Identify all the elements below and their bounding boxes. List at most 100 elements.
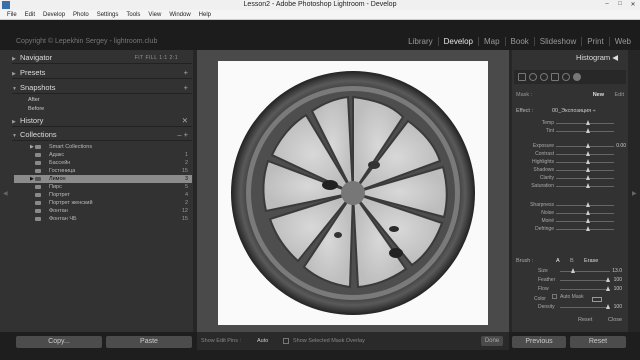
menu-develop[interactable]: Develop [39,10,69,19]
menu-file[interactable]: File [3,10,21,19]
menu-edit[interactable]: Edit [21,10,39,19]
slider-track[interactable] [560,280,610,281]
list-item[interactable]: Адакс 1 [14,151,192,159]
snapshot-item[interactable]: Before [28,106,44,112]
slider-saturation[interactable]: Saturation [516,183,626,191]
brush-b-button[interactable]: B [570,258,574,264]
color-swatch[interactable] [592,297,602,302]
slider-knob[interactable] [585,202,590,207]
collections-header[interactable]: ▼ Collections – + [12,129,192,141]
slider-knob[interactable] [585,210,590,215]
module-book[interactable]: Book [504,37,534,46]
menu-photo[interactable]: Photo [69,10,93,19]
brush-slider-density[interactable]: Density 100 [516,304,626,312]
list-item[interactable]: Портрет 4 [14,191,192,199]
right-panel-toggle-icon[interactable]: ▶ [632,190,637,197]
slider-highlights[interactable]: Highlights [516,159,626,167]
slider-knob[interactable] [585,128,590,133]
adjustment-brush-icon[interactable] [573,73,581,81]
module-slideshow[interactable]: Slideshow [533,37,581,46]
right-panel-scrollbar[interactable]: ▶ [630,50,640,332]
slider-value[interactable]: 100 [614,277,622,283]
slider-shadows[interactable]: Shadows [516,167,626,175]
list-item[interactable]: Фонтан 12 [14,207,192,215]
auto-mask-checkbox[interactable] [552,294,557,300]
slider-knob[interactable] [585,175,590,180]
slider-knob[interactable] [606,286,610,291]
slider-value[interactable]: 100 [614,304,622,310]
spot-removal-tool-icon[interactable] [529,73,537,81]
edit-mask-button[interactable]: Edit [615,92,624,98]
module-develop[interactable]: Develop [437,37,478,46]
slider-contrast[interactable]: Contrast [516,151,626,159]
slider-temp[interactable]: Temp [516,120,626,128]
add-snapshot-icon[interactable]: + [184,82,188,94]
brush-a-button[interactable]: A [556,258,560,264]
menu-tools[interactable]: Tools [122,10,144,19]
previous-button[interactable]: Previous [512,336,566,348]
list-item[interactable]: Бассейн 2 [14,159,192,167]
slider-value[interactable]: 100 [614,286,622,292]
photo[interactable] [218,61,488,325]
brush-slider-flow[interactable]: Flow 100 [516,286,626,294]
new-mask-button[interactable]: New [593,92,604,98]
left-panel-toggle-icon[interactable]: ◀ [3,190,8,197]
auto-mask-row[interactable]: Auto Mask [552,294,584,300]
edit-pins-select[interactable]: Auto [257,338,268,344]
slider-tint[interactable]: Tint [516,128,626,136]
slider-defringe[interactable]: Defringe [516,226,626,234]
close-window-button[interactable]: ✕ [628,1,638,8]
slider-noise[interactable]: Noise [516,210,626,218]
navigator-zoom-modes[interactable]: FIT FILL 1:1 2:1 [135,52,178,64]
list-item[interactable]: ▶ Smart Collections [14,143,192,151]
done-button[interactable]: Done [481,336,503,346]
slider-knob[interactable] [606,277,610,282]
add-preset-icon[interactable]: + [184,67,188,79]
slider-value[interactable]: 13.0 [612,268,622,274]
maximize-button[interactable]: □ [615,1,625,8]
menu-help[interactable]: Help [195,10,215,19]
copy-settings-button[interactable]: Copy... [16,336,102,348]
list-item[interactable]: Гостиница 15 [14,167,192,175]
list-item[interactable]: ▶ Лимон 3 [14,175,192,183]
navigator-header[interactable]: ▶ Navigator FIT FILL 1:1 2:1 [12,52,192,64]
slider-knob[interactable] [606,304,610,309]
module-print[interactable]: Print [581,37,608,46]
radial-filter-icon[interactable] [562,73,570,81]
list-item[interactable]: Пирс 5 [14,183,192,191]
crop-tool-icon[interactable] [518,73,526,81]
histogram-header[interactable]: Histogram ◀ [512,52,628,64]
slider-track[interactable] [560,289,610,290]
reset-mask-button[interactable]: Reset [578,317,592,323]
brush-slider-size[interactable]: Size 13.0 [516,268,626,276]
slider-knob[interactable] [585,218,590,223]
module-library[interactable]: Library [403,37,437,46]
slider-value[interactable]: 0.00 [616,143,626,149]
slider-knob[interactable] [585,167,590,172]
module-web[interactable]: Web [608,37,636,46]
clear-history-icon[interactable]: ✕ [182,115,188,127]
slider-knob[interactable] [585,159,590,164]
menu-settings[interactable]: Settings [93,10,123,19]
close-mask-button[interactable]: Close [608,317,622,323]
add-collection-icon[interactable]: – + [177,129,188,141]
slider-knob[interactable] [585,226,590,231]
history-header[interactable]: ▶ History ✕ [12,115,192,127]
slider-knob[interactable] [585,120,590,125]
snapshot-item[interactable]: After [28,97,40,103]
presets-header[interactable]: ▶ Presets + [12,67,192,79]
list-item[interactable]: Фонтан ЧБ 15 [14,215,192,223]
slider-clarity[interactable]: Clarity [516,175,626,183]
brush-slider-feather[interactable]: Feather 100 [516,277,626,285]
module-map[interactable]: Map [477,37,505,46]
mask-overlay-checkbox[interactable] [283,338,289,344]
slider-track[interactable] [560,271,610,272]
minimize-button[interactable]: – [602,1,612,8]
slider-exposure[interactable]: Exposure 0.00 [516,143,626,151]
slider-track[interactable] [560,307,610,308]
graduated-filter-icon[interactable] [551,73,559,81]
slider-knob[interactable] [585,151,590,156]
slider-moir[interactable]: Moiré [516,218,626,226]
menu-view[interactable]: View [144,10,165,19]
menu-window[interactable]: Window [165,10,194,19]
